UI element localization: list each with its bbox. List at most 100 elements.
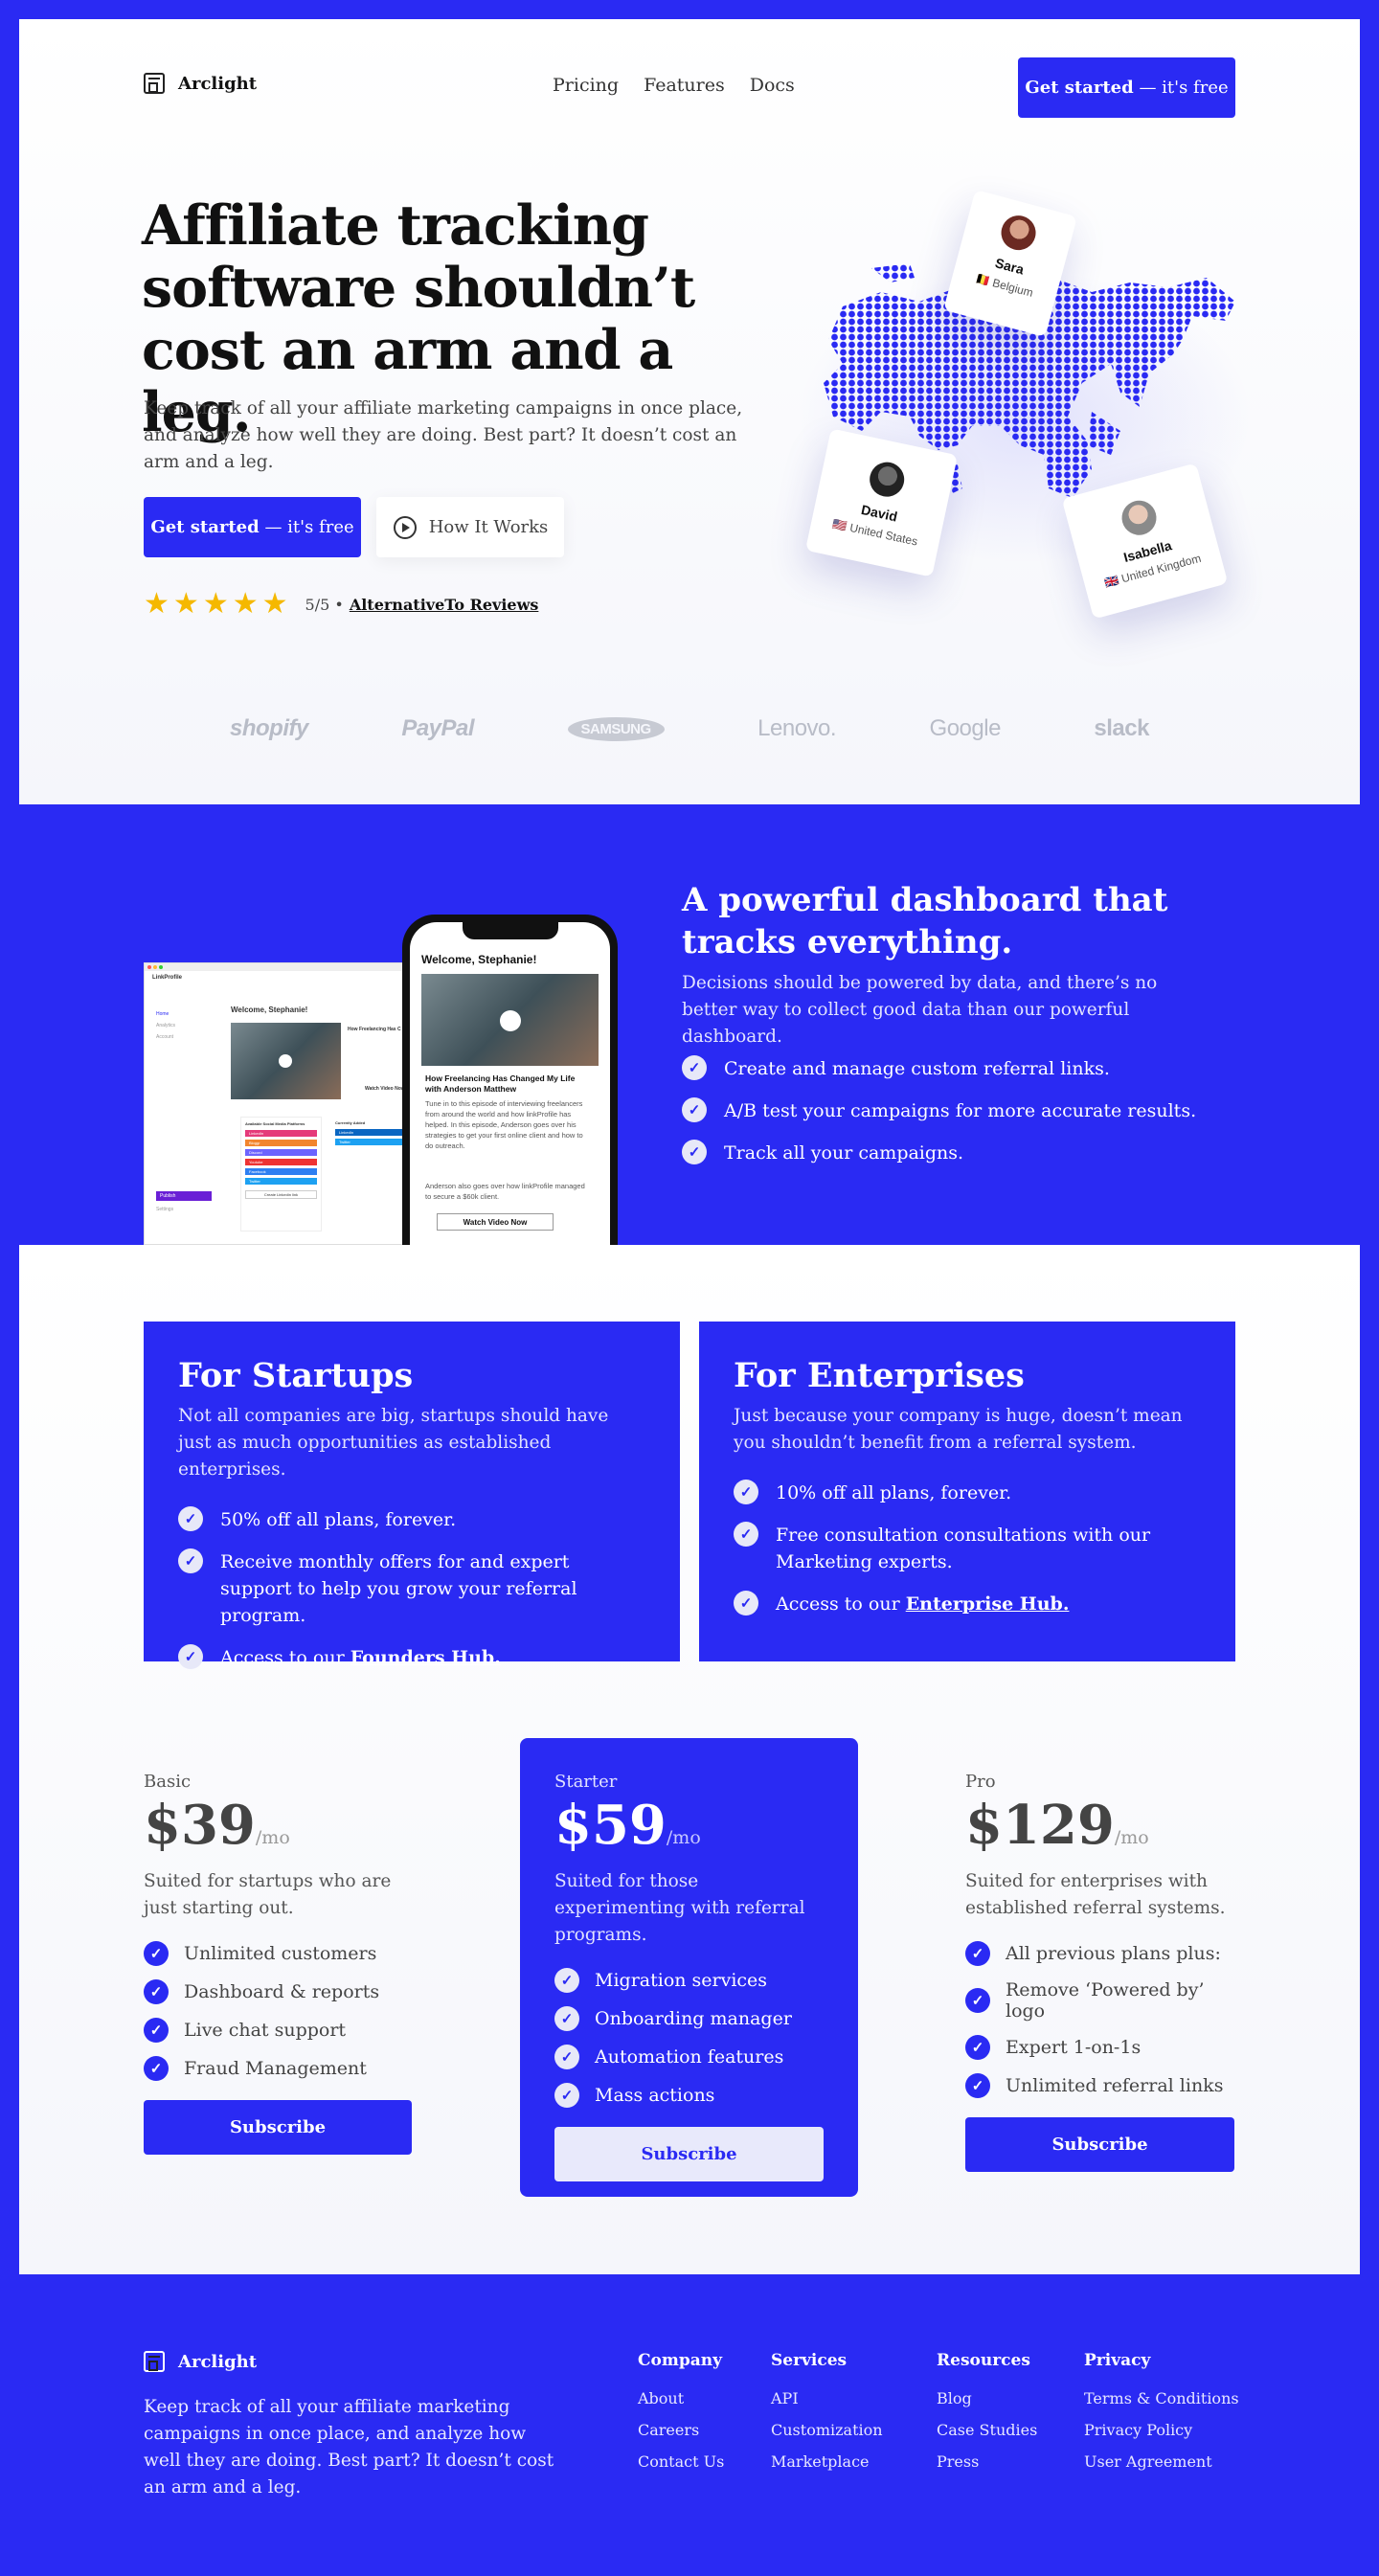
feature-label: Automation features — [595, 2046, 784, 2068]
footer-link[interactable]: Careers — [638, 2421, 724, 2439]
footer-link[interactable]: Press — [937, 2452, 1037, 2471]
card-subtitle: Not all companies are big, startups shou… — [178, 1406, 609, 1480]
plan-feature: ✓ Migration services — [554, 1968, 832, 1993]
plan-price: $129 /mo — [965, 1794, 1243, 1857]
added-item[interactable]: LinkedIn — [335, 1129, 409, 1136]
flag-icon: 🇧🇪 — [974, 271, 992, 288]
shopify-logo: shopify — [230, 715, 308, 741]
check-icon: ✓ — [965, 2073, 990, 2098]
hero-subtitle: Keep track of all your affiliate marketi… — [144, 398, 743, 472]
dashboard-subtitle: Decisions should be powered by data, and… — [682, 973, 1158, 1047]
block-title: Available Social Media Platforms — [245, 1121, 305, 1126]
footer-tagline: Keep track of all your affiliate marketi… — [144, 2397, 554, 2497]
plan-name: Pro — [965, 1772, 996, 1792]
footer-link[interactable]: API — [771, 2389, 883, 2407]
nav-docs[interactable]: Docs — [750, 75, 795, 96]
feature-item: ✓ Create and manage custom referral links… — [682, 1055, 1256, 1082]
plan-feature: ✓ Fraud Management — [144, 2056, 421, 2081]
avatar — [997, 212, 1040, 255]
platform-item[interactable]: Discord — [245, 1149, 317, 1156]
footer-link[interactable]: Terms & Conditions — [1084, 2389, 1239, 2407]
desktop-watch[interactable]: Watch Video Now — [365, 1086, 405, 1092]
feature-item: ✓ A/B test your campaigns for more accura… — [682, 1097, 1256, 1124]
footer-col-title: Company — [638, 2351, 722, 2370]
footer-link[interactable]: About — [638, 2389, 724, 2407]
footer-link[interactable]: Blog — [937, 2389, 1037, 2407]
plan-feature: ✓ Automation features — [554, 2045, 832, 2069]
feature-label: Live chat support — [184, 2020, 347, 2041]
footer-col-company: Company About Careers Contact Us — [638, 2351, 724, 2484]
platform-item[interactable]: Twitter — [245, 1178, 317, 1185]
check-icon: ✓ — [144, 1941, 169, 1966]
subscribe-button-starter[interactable]: Subscribe — [554, 2127, 824, 2181]
platform-item[interactable]: Facebook — [245, 1168, 317, 1175]
footer-col-resources: Resources Blog Case Studies Press — [937, 2351, 1037, 2484]
profile-name: David — [859, 501, 899, 525]
feature-label: All previous plans plus: — [1006, 1943, 1221, 1964]
phone-video-thumbnail[interactable] — [421, 974, 599, 1066]
profile-country: 🇧🇪 Belgium — [974, 271, 1034, 299]
sidebar-publish[interactable]: Publish — [156, 1191, 212, 1201]
footer-link[interactable]: Customization — [771, 2421, 883, 2439]
subscribe-button-pro[interactable]: Subscribe — [965, 2117, 1234, 2172]
card-item: ✓ Access to our Enterprise Hub. — [734, 1591, 1201, 1617]
slack-logo: slack — [1094, 715, 1149, 741]
nav-pricing[interactable]: Pricing — [553, 75, 619, 96]
cta-bold: Get started — [150, 517, 260, 537]
brand-logo[interactable]: Arclight — [144, 73, 257, 94]
play-icon — [393, 515, 417, 539]
hero-get-started-button[interactable]: Get started — it's free — [144, 497, 361, 557]
feature-label: Migration services — [595, 1970, 768, 1991]
platform-item[interactable]: Bloggr — [245, 1140, 317, 1146]
footer-brand[interactable]: Arclight — [144, 2351, 257, 2372]
header-get-started-button[interactable]: Get started — it's free — [1018, 57, 1235, 118]
card-subtitle: Just because your company is huge, doesn… — [734, 1406, 1183, 1453]
footer-col-title: Resources — [937, 2351, 1030, 2370]
founders-hub-link[interactable]: Founders Hub. — [350, 1647, 501, 1668]
create-link-button[interactable]: Create Linkedin link — [245, 1190, 317, 1199]
plan-feature: ✓ Unlimited customers — [144, 1941, 421, 1966]
feature-label: Unlimited customers — [184, 1943, 377, 1964]
check-icon: ✓ — [144, 1979, 169, 2004]
sidebar-settings[interactable]: Settings — [156, 1207, 173, 1212]
play-icon — [279, 1054, 292, 1068]
price-value: $39 — [144, 1794, 256, 1857]
dashboard-feature-list: ✓ Create and manage custom referral links… — [682, 1055, 1256, 1182]
platform-item[interactable]: LinkedIn — [245, 1130, 317, 1137]
check-icon: ✓ — [178, 1644, 203, 1669]
footer-link[interactable]: Marketplace — [771, 2452, 883, 2471]
item-label: Receive monthly offers for and expert su… — [220, 1551, 577, 1626]
country-label: Belgium — [990, 276, 1035, 300]
rating-score: 5/5 • — [305, 595, 344, 614]
star-icon: ★ — [202, 587, 229, 621]
phone-article-body: Tune in to this episode of interviewing … — [425, 1099, 583, 1150]
footer-link[interactable]: Case Studies — [937, 2421, 1037, 2439]
rating-link[interactable]: AlternativeTo Reviews — [350, 596, 539, 614]
card-title: For Startups — [178, 1356, 414, 1395]
enterprise-hub-link[interactable]: Enterprise Hub. — [906, 1593, 1070, 1615]
phone-watch-button[interactable]: Watch Video Now — [437, 1213, 554, 1231]
feature-item: ✓ Track all your campaigns. — [682, 1140, 1256, 1166]
platform-item[interactable]: Youtube — [245, 1159, 317, 1165]
how-it-works-button[interactable]: How It Works — [376, 497, 564, 557]
phone-notch — [463, 922, 558, 939]
subscribe-button-basic[interactable]: Subscribe — [144, 2100, 412, 2155]
nav-features[interactable]: Features — [644, 75, 725, 96]
check-icon: ✓ — [682, 1097, 707, 1122]
plan-pro: Pro $129 /mo Suited for enterprises with… — [965, 1772, 1243, 2172]
profile-country: 🇺🇸 United States — [831, 517, 918, 548]
cta-rest: — it's free — [1133, 78, 1229, 98]
footer-link[interactable]: Contact Us — [638, 2452, 724, 2471]
sidebar-item[interactable]: Analytics — [156, 1023, 212, 1028]
added-item[interactable]: Twitter — [335, 1139, 409, 1145]
sidebar-item[interactable]: Home — [156, 1011, 212, 1017]
flag-icon: 🇬🇧 — [1102, 573, 1120, 591]
feature-label: Unlimited referral links — [1006, 2075, 1224, 2096]
item-label: Free consultation consultations with our… — [776, 1525, 1151, 1572]
sidebar-item[interactable]: Account — [156, 1034, 212, 1040]
footer-link[interactable]: User Agreement — [1084, 2452, 1239, 2471]
added-block: Currently Added LinkedIn Twitter — [331, 1117, 413, 1155]
footer-brand-name: Arclight — [178, 2351, 258, 2372]
footer-link[interactable]: Privacy Policy — [1084, 2421, 1239, 2439]
video-thumbnail[interactable] — [231, 1023, 341, 1099]
